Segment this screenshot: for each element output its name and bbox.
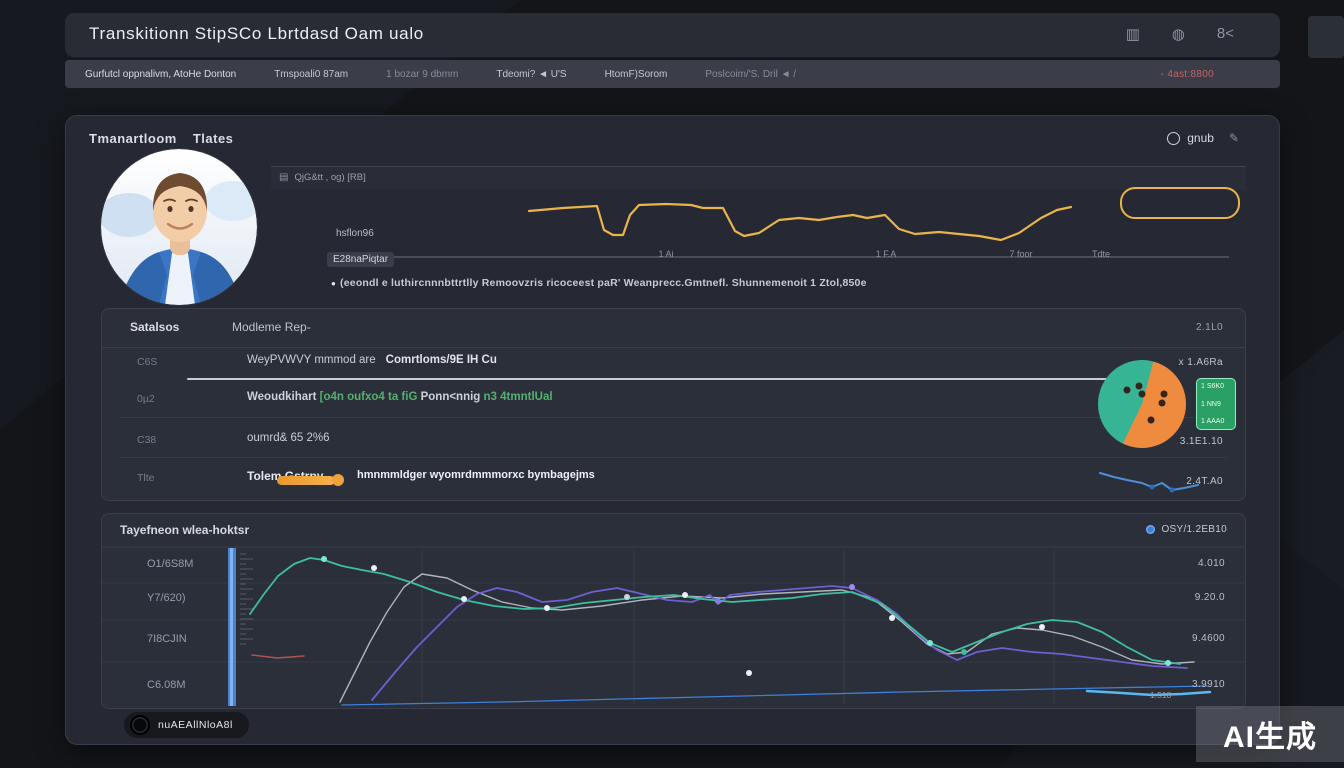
nav-item-1[interactable]: Gurfutcl oppnalivm, AtoHe Donton [85,69,236,80]
x-axis-tick: 1 Ai [658,249,673,259]
nav-item-5[interactable]: HtomF)Sorom [605,69,668,80]
grid-icon[interactable]: ▥ [1126,25,1140,43]
avatar[interactable] [101,149,257,305]
pie-data-dot [1147,416,1154,423]
timeline-title: Tayefneon wlea-hoktsr [120,523,249,537]
overview-note: ● (eeondl e luthircnnnbttrtlly Remoovzris… [331,277,867,289]
stats-panel: Satalsos Modleme Rep- 2.1L0 C6S WeyPVWVY… [101,308,1246,501]
row-seg-green: n3 4tmntlUal [484,391,553,403]
highlight-divider [187,378,1107,380]
row-text-b: Comrtloms/9E IH Cu [386,354,497,366]
top-header: Transkitionn StipSCo Lbrtdasd Oam ualo ▥… [65,13,1280,57]
row-label: C6S [137,356,157,368]
row-seg: Weoudkihart [247,391,320,403]
dashboard-card: Tmanartloom Tlates gnub ✎ [65,115,1280,745]
stats-subtitle: Modleme Rep- [232,320,311,334]
timeline-row-value: 9.20.0 [1195,592,1225,603]
overview-note-text: (eeondl e luthircnnnbttrtlly Remoovzris … [340,277,867,289]
row-seg: Ponn<nnig [421,391,484,403]
overview-x-axis: 1 Ai 1 F.A 7 foor Tdte [271,249,1246,261]
timeline-row-label: 7I8CJIN [147,633,187,645]
app-root: Transkitionn StipSCo Lbrtdasd Oam ualo ▥… [0,0,1344,768]
row-text: WeyPVWVY mmmod are Comrtloms/9E IH Cu [247,354,497,366]
row-value: 3.1E1.10 [1180,436,1223,447]
x-axis-tick: 7 foor [1009,249,1032,259]
card-title: Tmanartloom Tlates [89,131,233,146]
card-title-b: Tlates [193,131,234,146]
nav-item-2[interactable]: Tmspoali0 87am [274,69,348,80]
status-chip-label: nuAEAllNloA8l [158,719,233,731]
progress-bar-cap [332,474,344,486]
record-icon [130,715,150,735]
sparkline-chart [1098,465,1202,495]
row-label: 0µ2 [137,393,155,405]
timeline-header-metric[interactable]: OSY/1.2EB10 [1146,524,1227,535]
row-text: Weoudkihart [o4n oufxo4 ta fiG Ponn<nnig… [247,391,553,403]
globe-icon[interactable]: ◍ [1172,25,1185,43]
row-value: x 1.A6Ra [1179,357,1223,368]
bullet-icon: ● [331,279,336,288]
pie-data-dot [1159,400,1166,407]
status-chip[interactable]: nuAEAllNloA8l [124,712,249,738]
timeline-metric-label: OSY/1.2EB10 [1161,524,1227,535]
legend-item: 1 AAA0 [1201,418,1231,425]
timeline-row-label: Y7/620) [147,592,186,604]
avatar-image [101,149,257,305]
x-axis-tick: Tdte [1092,249,1110,259]
timeline-panel: Tayefneon wlea-hoktsr OSY/1.2EB10 O1/6S8… [101,513,1246,709]
progress-bar [277,476,335,485]
timeline-extra-value: 1.518 [1150,690,1171,700]
divider [120,417,1227,418]
stats-title: Satalsos [130,320,179,334]
pie-legend: 1 S6K0 1 NN9 1 AAA0 [1196,378,1236,430]
timeline-line-chart [102,514,1246,709]
timeline-row-value: 9.4600 [1192,633,1225,644]
edit-icon[interactable]: ✎ [1229,131,1239,145]
decor-fragment [1308,16,1344,58]
row-label: Tlte [137,472,155,484]
row-text: oumrd& 65 2%6 [247,432,329,444]
timeline-row-value: 4.010 [1198,558,1225,569]
legend-item: 1 NN9 [1201,401,1231,408]
timeline-row-label: O1/6S8M [147,558,193,570]
header-icons: ▥ ◍ 8< [1126,25,1234,43]
pie-data-dot [1161,391,1168,398]
stats-header-value: 2.1L0 [1196,322,1223,333]
series-label-1: hsflon96 [336,228,374,239]
nav-bar: Gurfutcl oppnalivm, AtoHe Donton Tmspoal… [65,60,1280,88]
x-axis-tick: 1 F.A [876,249,897,259]
ai-watermark: AI生成 [1196,706,1344,762]
pie-chart [1098,360,1186,448]
row-seg-green: [o4n oufxo4 ta fiG [320,391,421,403]
timeline-row-label: C6.08M [147,679,186,691]
divider [120,457,1227,458]
refresh-label: gnub [1187,131,1214,145]
series-label-2[interactable]: E28naPiqtar [327,252,394,267]
pie-data-dot [1136,383,1143,390]
nav-item-3[interactable]: 1 bozar 9 dbmm [386,69,458,80]
refresh-control[interactable]: gnub ✎ [1167,131,1239,145]
legend-item: 1 S6K0 [1201,383,1231,390]
row-label: C38 [137,434,156,446]
timeline-row-value: 3.9910 [1192,679,1225,690]
nav-item-4[interactable]: Tdeomi? ◄ U'S [496,69,566,80]
card-title-a: Tmanartloom [89,131,177,146]
overview-chart-region: ▤ QjG&tt , og) [RB] 1 Ai1 F.A7 foorTdte … [271,166,1246,299]
row-text-a: WeyPVWVY mmmod are [247,354,376,366]
app-title: Transkitionn StipSCo Lbrtdasd Oam ualo [89,24,424,44]
blue-dot-icon [1146,525,1155,534]
user-icon[interactable]: 8< [1217,25,1234,43]
pie-data-dot [1139,391,1146,398]
divider [102,347,1245,348]
progress-bar-label: hmnmmldger wyomrdmmmorxc bymbagejms [357,469,595,481]
pie-data-dot [1124,386,1131,393]
nav-item-6[interactable]: Poslcoim/'S. Dril ◄ / [705,69,796,80]
refresh-icon [1167,132,1180,145]
nav-alert-text: - 4ast:8800 [1161,69,1214,80]
